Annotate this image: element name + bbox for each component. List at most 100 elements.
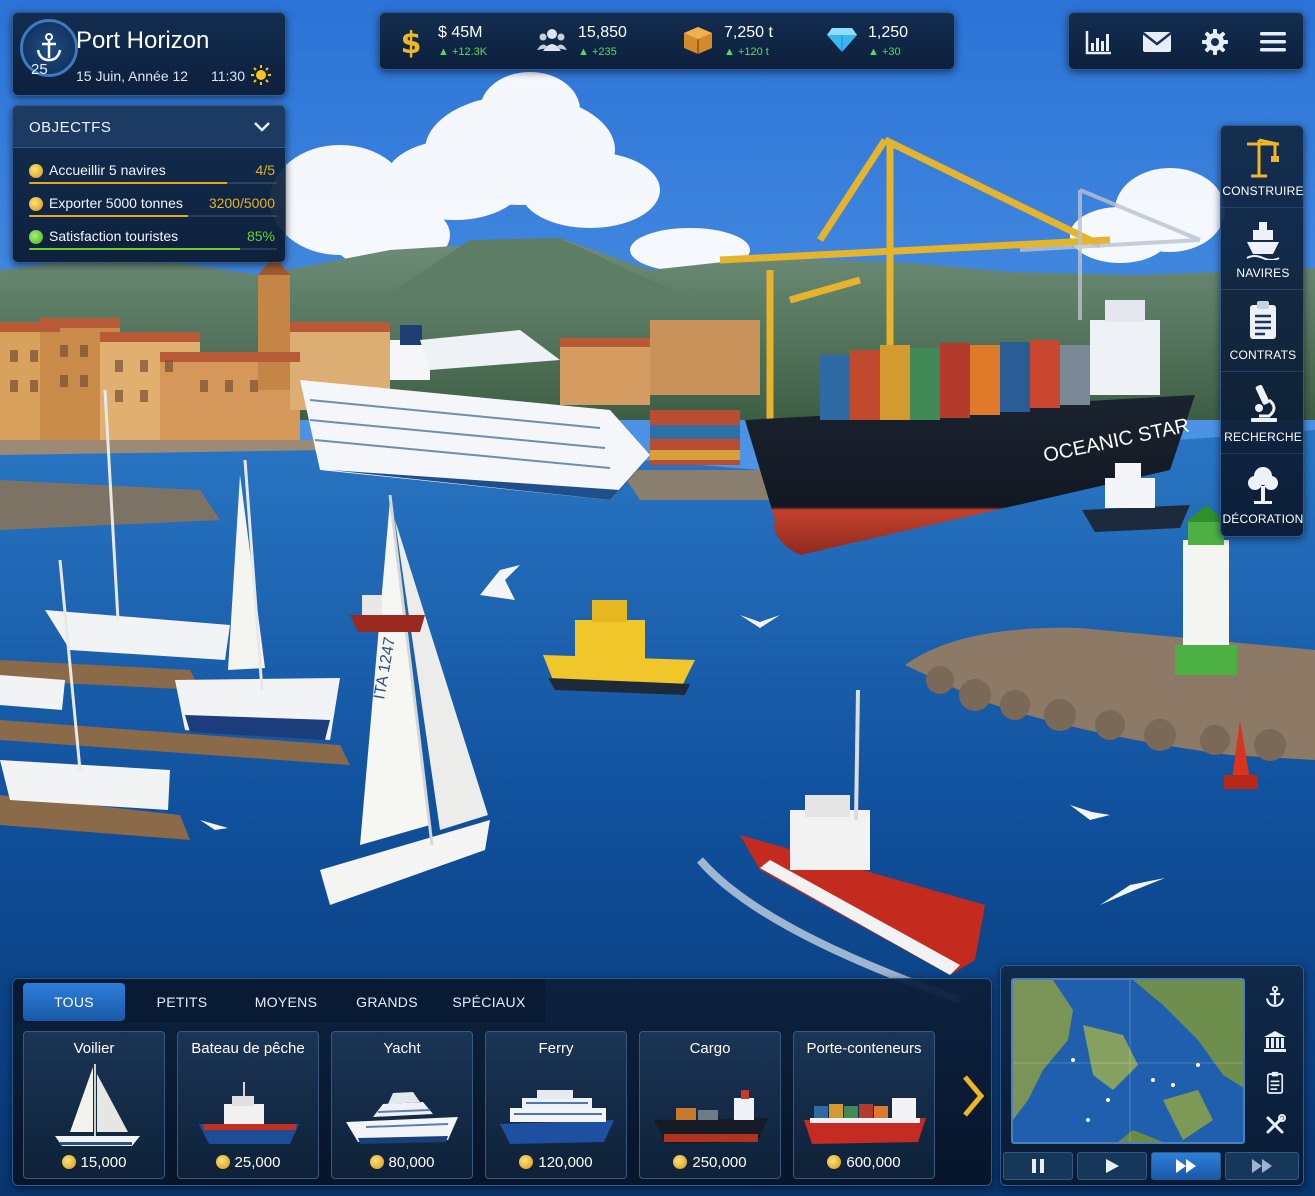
objective-progress-bar (29, 182, 277, 184)
chevron-right-icon[interactable] (957, 1071, 987, 1121)
coin-icon (29, 197, 43, 211)
coin-icon (827, 1155, 842, 1169)
ship-card-ferry[interactable]: Ferry 120,000 (485, 1031, 627, 1179)
shop-tabs: TOUS PETITS MOYENS GRANDS SPÉCIAUX (13, 979, 545, 1023)
ship-card-cargo[interactable]: Cargo 250,000 (639, 1031, 781, 1179)
objectives-header[interactable]: OBJECTFS (13, 106, 285, 148)
clipboard-icon (1250, 301, 1276, 339)
gems-delta: ▲ +30 (868, 46, 901, 58)
stats-icon (1085, 31, 1111, 55)
play-button[interactable] (1077, 1152, 1147, 1180)
ship-price: 25,000 (178, 1154, 318, 1171)
ship-price: 80,000 (332, 1154, 472, 1171)
mail-icon (1142, 32, 1172, 52)
cargo-ship-icon (654, 1090, 768, 1144)
chevron-down-icon[interactable] (253, 119, 271, 135)
ship-shop-panel: TOUS PETITS MOYENS GRANDS SPÉCIAUX Voili… (12, 978, 992, 1186)
gear-icon (1202, 29, 1228, 55)
tree-icon (1248, 467, 1278, 504)
objectives-panel: OBJECTFS Accueillir 5 navires 4/5 Export… (12, 105, 286, 263)
clipboard-icon (1266, 1071, 1284, 1094)
dollar-icon: $ (401, 26, 422, 58)
anchor-icon (36, 33, 62, 62)
objective-value: 85% (246, 228, 275, 244)
objective-label: Exporter 5000 tonnes (49, 195, 183, 211)
objective-item[interactable]: Satisfaction touristes 85% (21, 224, 279, 252)
coin-icon (29, 164, 43, 178)
crate-icon (684, 27, 712, 54)
ship-price: 250,000 (640, 1154, 780, 1171)
ship-name: Yacht (383, 1040, 421, 1057)
ship-card-voilier[interactable]: Voilier 15,000 (23, 1031, 165, 1179)
fast-forward-button[interactable] (1151, 1152, 1221, 1180)
side-menu-build[interactable]: CONSTRUIRE (1221, 126, 1305, 208)
cargo-value: 7,250 t (724, 24, 773, 41)
minimap-terrain (1013, 980, 1243, 1142)
money-value: $ 45M (438, 24, 483, 41)
ship-name: Ferry (538, 1040, 574, 1057)
ship-name: Bateau de pêche (191, 1040, 305, 1057)
side-menu-decoration[interactable]: DÉCORATION (1221, 454, 1305, 536)
objective-progress-fill (29, 248, 240, 250)
tools-icon (1266, 1114, 1286, 1134)
side-menu-research[interactable]: RECHERCHE (1221, 372, 1305, 454)
tab-medium[interactable]: MOYENS (235, 983, 337, 1021)
ship-price-value: 80,000 (388, 1154, 435, 1171)
population-value: 15,850 (578, 24, 627, 41)
tab-all[interactable]: TOUS (23, 983, 125, 1021)
objective-label: Accueillir 5 navires (49, 162, 166, 178)
side-menu-ships[interactable]: NAVIRES (1221, 208, 1305, 290)
resources-bar: $ $ 45M ▲ +12.3K 15,850 ▲ +235 7,250 t ▲… (379, 12, 955, 70)
minimap[interactable] (1011, 978, 1245, 1144)
tab-small[interactable]: PETITS (131, 983, 233, 1021)
coin-icon (215, 1155, 230, 1169)
menu-button[interactable] (1253, 23, 1293, 61)
fishing-boat-icon (199, 1082, 299, 1144)
ship-price: 120,000 (486, 1154, 626, 1171)
objectives-title: OBJECTFS (29, 119, 112, 136)
cargo-delta: ▲ +120 t (724, 46, 769, 58)
sun-icon (251, 65, 271, 85)
crane-icon (1247, 138, 1279, 178)
anchor-icon (1265, 985, 1285, 1007)
pause-button[interactable] (1003, 1152, 1073, 1180)
map-anchor-button[interactable] (1253, 980, 1297, 1014)
container-ship-icon (804, 1098, 926, 1144)
map-contracts-button[interactable] (1253, 1066, 1297, 1100)
port-date: 15 Juin, Année 12 (76, 68, 189, 84)
sailboat-icon (55, 1064, 140, 1146)
diamond-icon (827, 28, 857, 52)
side-menu-label: RECHERCHE (1224, 430, 1302, 444)
ship-card-bateau-de-peche[interactable]: Bateau de pêche 25,000 (177, 1031, 319, 1179)
fastest-forward-button[interactable] (1225, 1152, 1299, 1180)
objective-value: 3200/5000 (208, 195, 275, 211)
stats-button[interactable] (1079, 23, 1119, 61)
map-tools-button[interactable] (1253, 1108, 1297, 1142)
gems-value: 1,250 (868, 24, 909, 41)
ship-name: Porte-conteneurs (806, 1040, 922, 1057)
objective-progress-fill (29, 215, 188, 217)
coin-icon (61, 1155, 76, 1169)
mail-button[interactable] (1137, 23, 1177, 61)
ship-card-yacht[interactable]: Yacht 80,000 (331, 1031, 473, 1179)
ship-price: 600,000 (794, 1154, 934, 1171)
objective-item[interactable]: Accueillir 5 navires 4/5 (21, 158, 279, 186)
coin-icon (673, 1155, 688, 1169)
fast-forward-icon (1176, 1159, 1196, 1173)
ship-icon (1246, 222, 1280, 260)
port-name: Port Horizon (76, 27, 210, 54)
microscope-icon (1251, 384, 1277, 422)
ship-card-porte-conteneurs[interactable]: Porte-conteneurs 600,000 (793, 1031, 935, 1179)
map-bank-button[interactable] (1253, 1024, 1297, 1058)
bank-icon (1264, 1031, 1286, 1052)
objective-item[interactable]: Exporter 5000 tonnes 3200/5000 (21, 191, 279, 219)
settings-button[interactable] (1195, 23, 1235, 61)
side-menu-contracts[interactable]: CONTRATS (1221, 290, 1305, 372)
money-delta: ▲ +12.3K (438, 46, 488, 58)
port-level-badge[interactable] (20, 19, 78, 77)
side-menu-label: CONTRATS (1229, 348, 1297, 362)
tab-special[interactable]: SPÉCIAUX (437, 983, 541, 1021)
people-icon (537, 29, 567, 51)
tab-large[interactable]: GRANDS (336, 983, 438, 1021)
coin-icon (519, 1155, 534, 1169)
